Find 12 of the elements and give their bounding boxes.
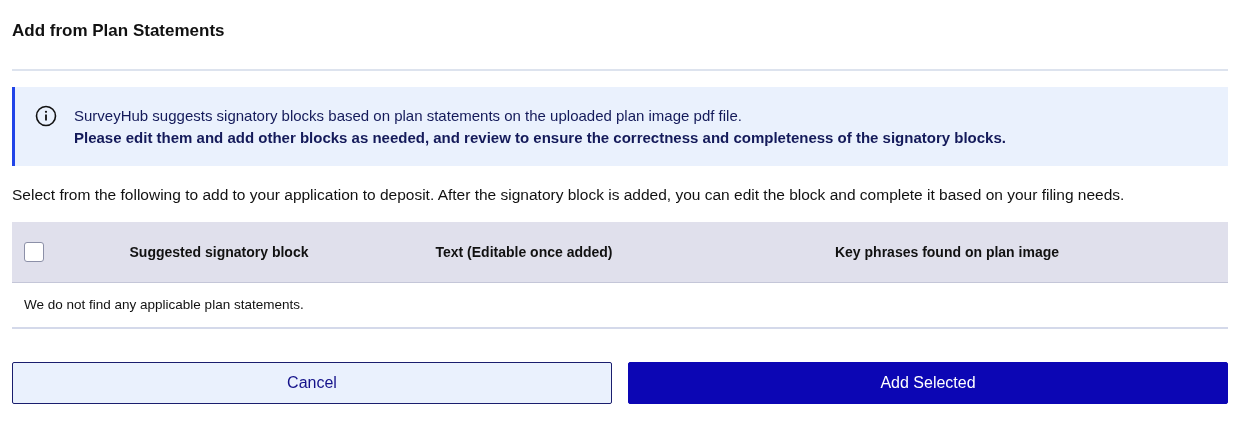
column-header: Suggested signatory block [129,244,309,260]
info-message: SurveyHub suggests signatory blocks based on plan statements on the uploaded plan image pdf file. [74,106,743,126]
column-header: Key phrases found on plan image [834,244,1059,260]
dialog-title: Add from Plan Statements [12,20,226,42]
cancel-button[interactable]: Cancel [12,362,612,404]
info-icon [35,105,57,127]
empty-message: We do not find any applicable plan statements. [24,297,304,312]
column-header: Text (Editable once added) [435,244,613,260]
info-emphasis: Please edit them and add other blocks as needed, and review to ensure the correctness and completeness of the signatory blocks. [74,128,1006,148]
instructions-text: Select from the following to add to your application to deposit. After the signatory block is added, you can edit the block and complete it based on your filing needs. [12,185,1126,205]
select-all-checkbox[interactable] [24,242,44,262]
add-selected-button[interactable]: Add Selected [628,362,1228,404]
